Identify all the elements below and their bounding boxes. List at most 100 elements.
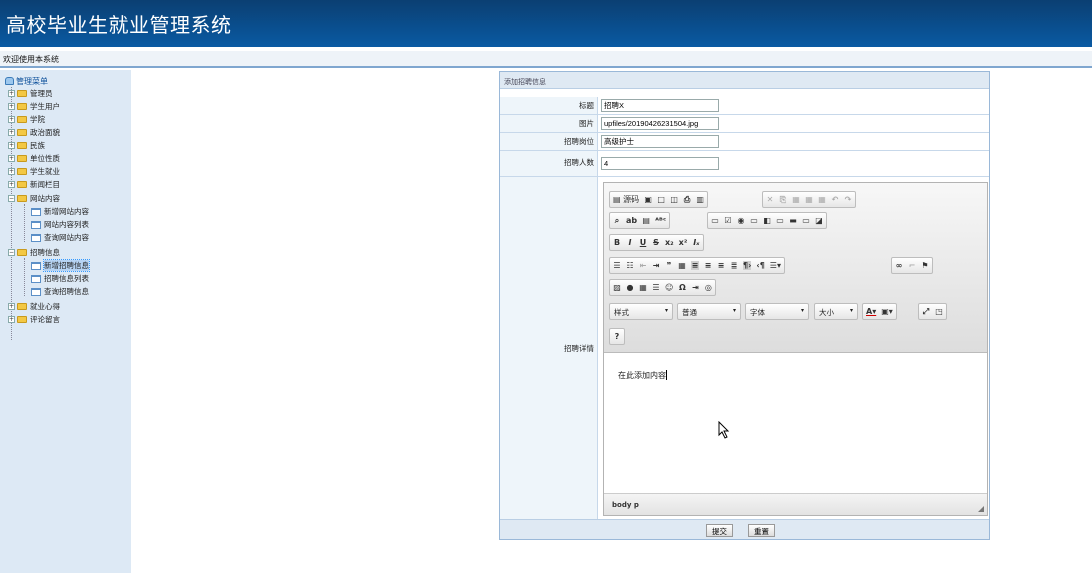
styles-dropdown[interactable]: 样式 ▾ [609, 303, 673, 320]
find-icon[interactable]: ⌕ [613, 216, 621, 226]
sidebar-item-experience[interactable]: + 就业心得 [8, 302, 60, 311]
image-icon[interactable]: ▨ [613, 283, 621, 292]
resize-handle-icon[interactable] [978, 506, 984, 512]
print-icon[interactable]: ⎙ [683, 195, 691, 205]
unlink-icon[interactable]: ⌐ [908, 261, 916, 270]
underline-icon[interactable]: U [639, 238, 647, 247]
editor-content[interactable]: 在此添加内容 [618, 370, 667, 381]
expand-icon[interactable]: + [8, 90, 15, 97]
sidebar-item-students[interactable]: + 学生用户 [8, 102, 60, 111]
outdent-icon[interactable]: ⇤ [639, 261, 647, 270]
strike-icon[interactable]: S [652, 238, 660, 247]
expand-icon[interactable]: + [8, 116, 15, 123]
bold-icon[interactable]: B [613, 238, 621, 247]
expand-icon[interactable]: + [8, 103, 15, 110]
maximize-icon[interactable]: ⤢ [922, 307, 930, 317]
sidebar-subitem-query-content[interactable]: 查询网站内容 [31, 233, 89, 242]
sidebar-item-site-content[interactable]: − 网站内容 [8, 194, 60, 203]
help-button[interactable]: ? [613, 332, 621, 341]
position-input[interactable] [601, 135, 719, 148]
reset-button[interactable]: 重置 [748, 524, 775, 537]
collapse-icon[interactable]: − [8, 249, 15, 256]
text-color-icon[interactable]: A▾ [866, 307, 876, 316]
collapse-icon[interactable]: − [8, 195, 15, 202]
sidebar-item-comments[interactable]: + 评论留言 [8, 315, 60, 324]
align-left-icon[interactable]: ≡ [691, 261, 699, 270]
image-input[interactable] [601, 117, 719, 130]
show-blocks-icon[interactable]: ◳ [935, 307, 943, 316]
table-icon[interactable]: ▦ [639, 283, 647, 292]
sidebar-item-recruitment[interactable]: − 招聘信息 [8, 248, 60, 257]
size-dropdown[interactable]: 大小 ▾ [814, 303, 858, 320]
textfield-icon[interactable]: ▭ [750, 216, 758, 225]
undo-icon[interactable]: ↶ [831, 195, 839, 204]
select-icon[interactable]: ▭ [776, 216, 784, 225]
iframe-icon[interactable]: ◎ [704, 283, 712, 292]
language-icon[interactable]: ☰▾ [770, 261, 781, 270]
redo-icon[interactable]: ↷ [844, 195, 852, 204]
paste-word-icon[interactable]: ▦ [818, 195, 826, 204]
textarea-icon[interactable]: ◧ [763, 216, 771, 225]
sidebar-subitem-recruitment-list[interactable]: 招聘信息列表 [31, 274, 89, 283]
replace-icon[interactable]: ab [626, 216, 637, 225]
cut-icon[interactable]: ✕ [766, 195, 774, 204]
ltr-icon[interactable]: ¶› [743, 261, 752, 270]
sidebar-subitem-content-list[interactable]: 网站内容列表 [31, 220, 89, 229]
bulleted-list-icon[interactable]: ☷ [626, 261, 634, 270]
select-all-icon[interactable]: ▤ [642, 216, 650, 225]
source-button[interactable]: ▤ 源码 [613, 194, 639, 205]
expand-icon[interactable]: + [8, 129, 15, 136]
sidebar-subitem-add-content[interactable]: 新增网站内容 [31, 207, 89, 216]
preview-icon[interactable]: ◫ [670, 195, 678, 204]
expand-icon[interactable]: + [8, 303, 15, 310]
save-icon[interactable]: ▣ [644, 195, 652, 204]
copy-icon[interactable]: ⎘ [779, 195, 787, 205]
button-icon[interactable]: ▬ [789, 216, 797, 225]
paste-icon[interactable]: ▦ [792, 195, 800, 204]
rich-text-editor[interactable]: ▤ 源码 ▣ □ ◫ ⎙ ▥ ✕ ⎘ ▦ ▦ ▦ ↶ ↷ ⌕ ab ▤ ᴬᴮᶜ [603, 182, 988, 516]
new-page-icon[interactable]: □ [657, 195, 665, 204]
rtl-icon[interactable]: ‹¶ [756, 261, 764, 270]
expand-icon[interactable]: + [8, 316, 15, 323]
blockquote-icon[interactable]: ❞ [665, 261, 673, 270]
font-dropdown[interactable]: 字体 ▾ [745, 303, 809, 320]
sidebar-item-unit-type[interactable]: + 单位性质 [8, 154, 60, 163]
paste-text-icon[interactable]: ▦ [805, 195, 813, 204]
link-icon[interactable]: ∞ [895, 261, 903, 270]
image-button-icon[interactable]: ▭ [802, 216, 810, 225]
menu-root[interactable]: 管理菜单 [5, 76, 48, 86]
horizontal-rule-icon[interactable]: ☰ [652, 283, 660, 292]
align-center-icon[interactable]: ≡ [704, 261, 712, 270]
sidebar-subitem-query-recruitment[interactable]: 查询招聘信息 [31, 287, 89, 296]
sidebar-item-news-column[interactable]: + 新闻栏目 [8, 180, 60, 189]
div-icon[interactable]: ▦ [678, 261, 686, 270]
expand-icon[interactable]: + [8, 181, 15, 188]
special-char-icon[interactable]: Ω [678, 283, 686, 292]
anchor-icon[interactable]: ⚑ [921, 261, 929, 270]
sidebar-item-ethnicity[interactable]: + 民族 [8, 141, 45, 150]
justify-icon[interactable]: ≣ [730, 261, 738, 270]
italic-icon[interactable]: I [626, 238, 634, 247]
smiley-icon[interactable]: ☺ [665, 283, 673, 292]
flash-icon[interactable]: ● [626, 283, 634, 292]
indent-icon[interactable]: ⇥ [652, 261, 660, 270]
sidebar-item-political[interactable]: + 政治面貌 [8, 128, 60, 137]
hidden-field-icon[interactable]: ◪ [815, 216, 823, 225]
page-break-icon[interactable]: ⇥ [691, 283, 699, 292]
sidebar-subitem-add-recruitment[interactable]: 新增招聘信息 [31, 259, 90, 272]
expand-icon[interactable]: + [8, 142, 15, 149]
checkbox-icon[interactable]: ☑ [724, 216, 732, 225]
expand-icon[interactable]: + [8, 155, 15, 162]
superscript-icon[interactable]: x² [679, 238, 688, 247]
sidebar-item-college[interactable]: + 学院 [8, 115, 45, 124]
title-input[interactable] [601, 99, 719, 112]
submit-button[interactable]: 提交 [706, 524, 733, 537]
form-icon[interactable]: ▭ [711, 216, 719, 225]
subscript-icon[interactable]: x₂ [665, 238, 674, 247]
sidebar-item-admin[interactable]: + 管理员 [8, 89, 53, 98]
bg-color-icon[interactable]: ▣▾ [881, 307, 893, 316]
format-dropdown[interactable]: 普通 ▾ [677, 303, 741, 320]
templates-icon[interactable]: ▥ [696, 195, 704, 204]
numbered-list-icon[interactable]: ☰ [613, 261, 621, 270]
spellcheck-icon[interactable]: ᴬᴮᶜ [655, 216, 666, 225]
